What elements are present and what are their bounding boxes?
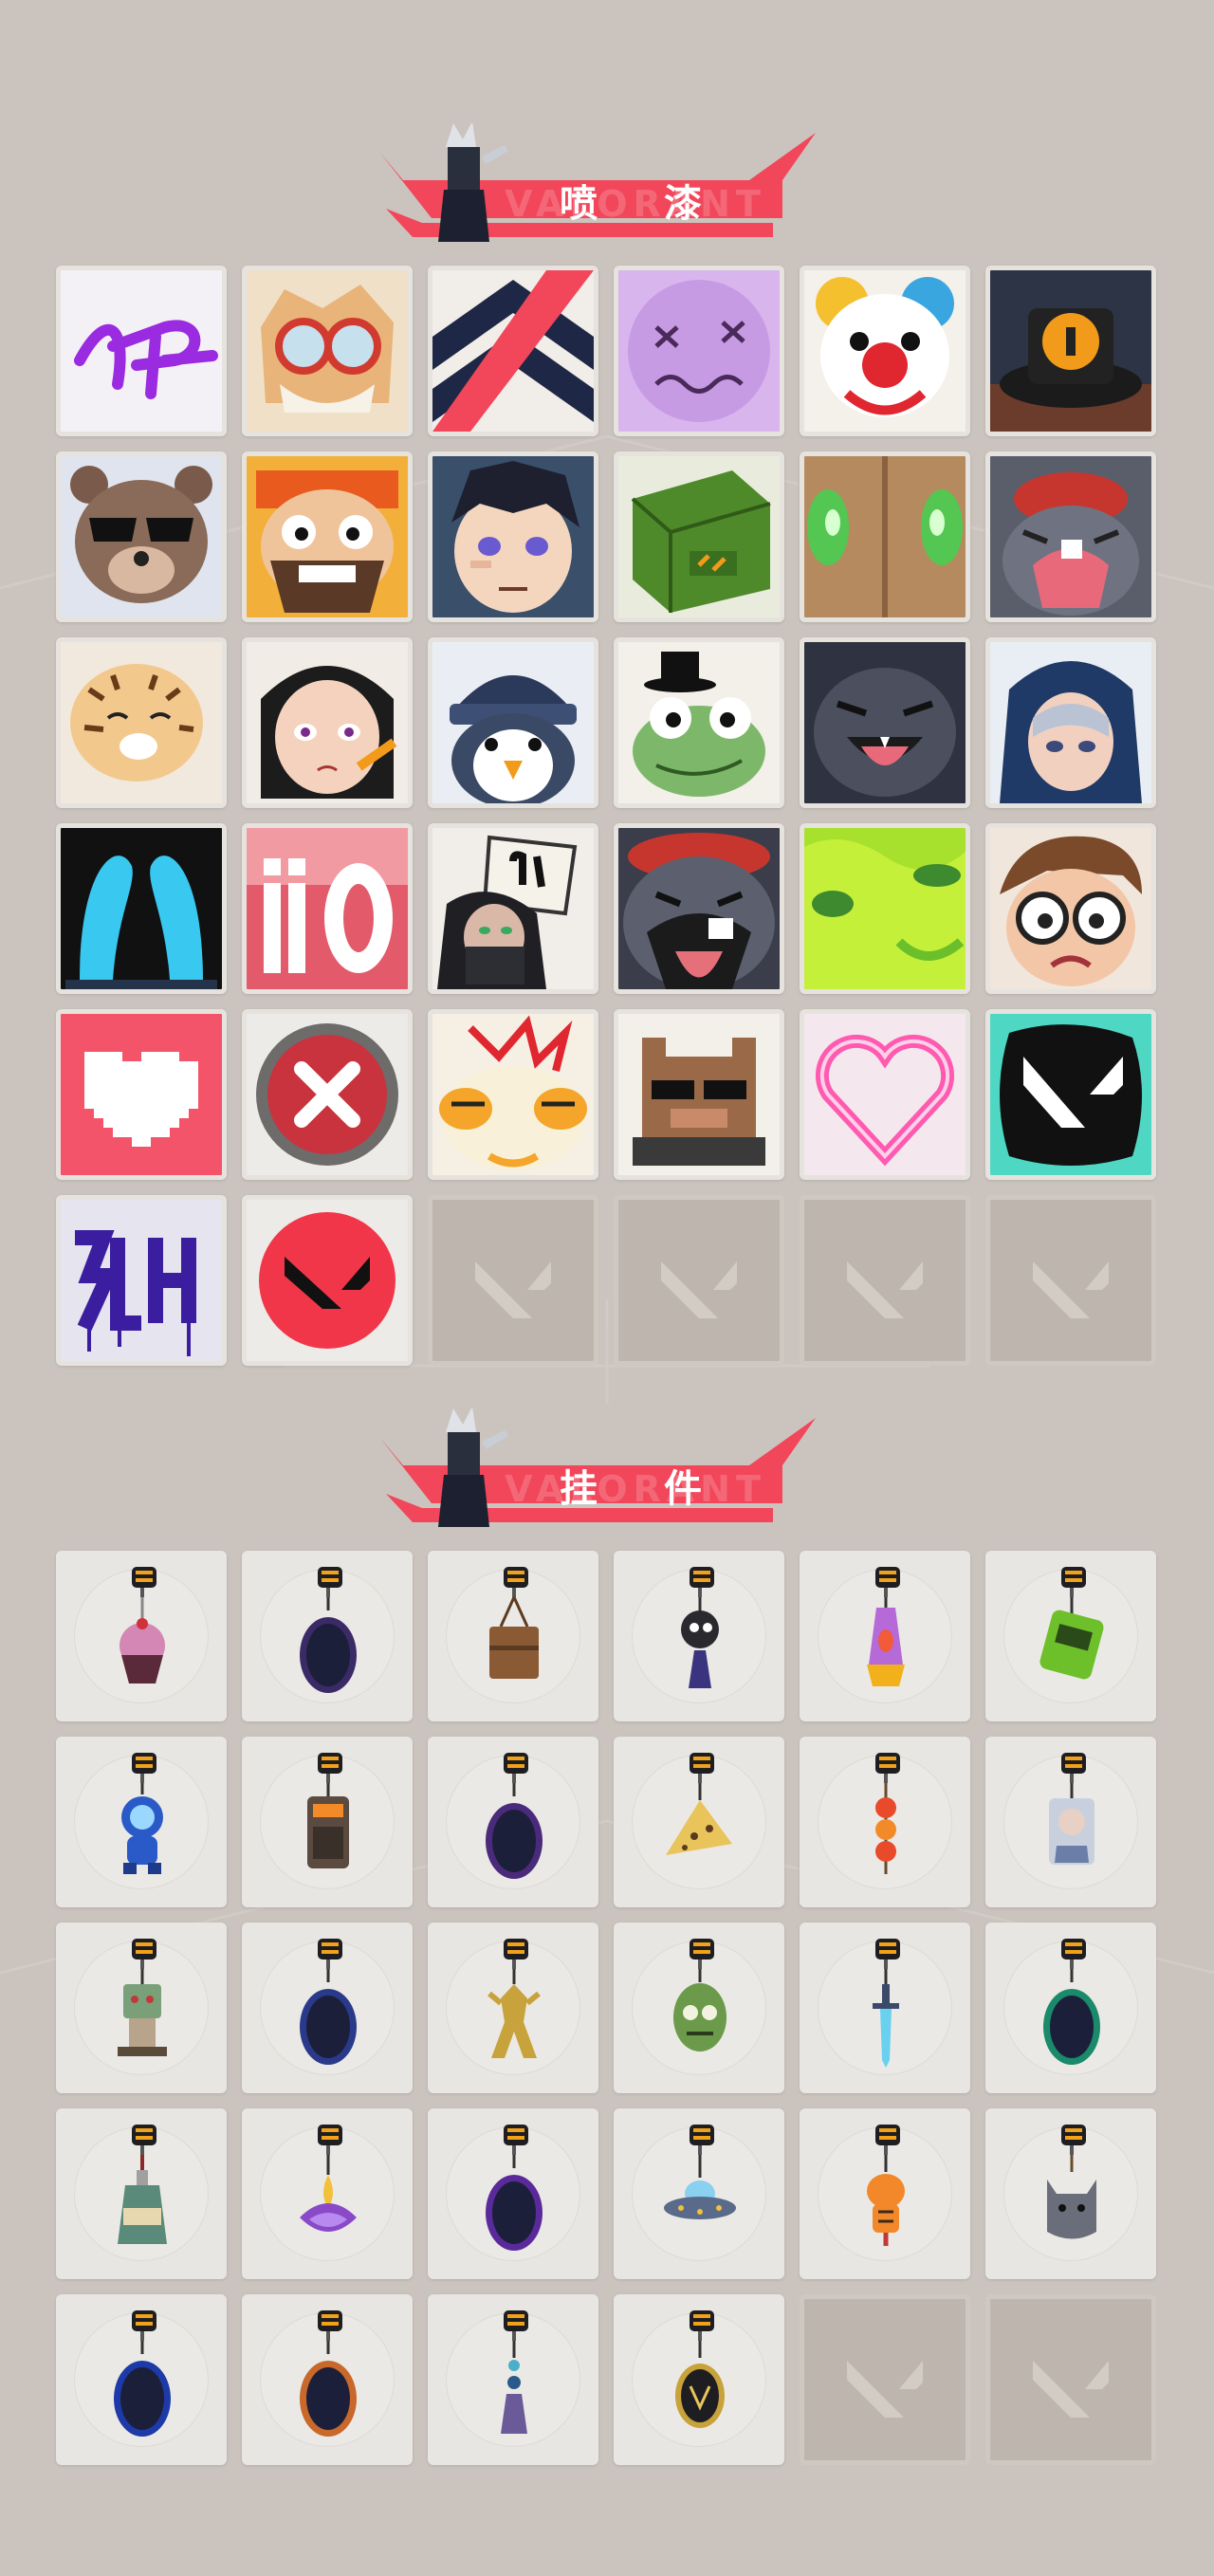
dark-hair-boy-spray[interactable] <box>428 451 598 622</box>
golden-mech-charm[interactable] <box>428 1923 598 2093</box>
dizzy-purple-face-spray[interactable] <box>614 266 784 436</box>
green-pager-charm[interactable] <box>985 1551 1156 1721</box>
ufo-charm[interactable] <box>614 2108 784 2279</box>
ep9-medal-purple-charm[interactable] <box>428 1737 598 1907</box>
bearded-grin-spray[interactable] <box>242 451 413 622</box>
sprays-section-title: 喷 漆 <box>560 182 728 226</box>
sprays-section-header: VALORANT 喷 漆 <box>0 123 1214 247</box>
grinning-grey-creature-spray[interactable] <box>800 637 970 808</box>
green-slime-spray[interactable] <box>800 823 970 994</box>
lava-lamp-charm[interactable] <box>800 1551 970 1721</box>
dark-coin-charm[interactable] <box>614 2294 784 2465</box>
splatter-v-logo-spray[interactable] <box>985 1009 1156 1180</box>
ep9-medal-blue-charm[interactable] <box>242 1923 413 2093</box>
pixel-heart-spray[interactable] <box>56 1009 227 1180</box>
masked-agent-01-spray[interactable] <box>428 823 598 994</box>
ep9-medal-charm[interactable] <box>242 1551 413 1721</box>
girl-with-pencil-spray[interactable] <box>242 637 413 808</box>
tanghulu-charm[interactable] <box>800 1737 970 1907</box>
frog-with-hat-spray[interactable] <box>614 637 784 808</box>
clown-face-spray[interactable] <box>800 266 970 436</box>
sunglasses-bear-spray[interactable] <box>56 451 227 622</box>
empty-slot <box>428 1195 598 1366</box>
potion-bottle-charm[interactable] <box>56 2108 227 2279</box>
hooded-agent-spray[interactable] <box>985 637 1156 808</box>
ep7-medal-charm[interactable] <box>242 2294 413 2465</box>
cyan-abstract-spray[interactable] <box>56 823 227 994</box>
green-head-charm[interactable] <box>614 1923 784 2093</box>
robot-plush-charm[interactable] <box>56 1923 227 2093</box>
ii0-text-spray[interactable] <box>242 823 413 994</box>
wooden-box-charm[interactable] <box>428 1551 598 1721</box>
ep8-medal-green-charm[interactable] <box>985 1923 1156 2093</box>
charms-grid <box>56 1551 1156 2465</box>
blue-astronaut-charm[interactable] <box>56 1737 227 1907</box>
orange-device-charm[interactable] <box>242 1737 413 1907</box>
tiger-cub-spray[interactable] <box>56 637 227 808</box>
beanie-penguin-spray[interactable] <box>428 637 598 808</box>
agent-standee-charm[interactable] <box>985 1737 1156 1907</box>
grey-cat-charm[interactable] <box>985 2108 1156 2279</box>
glasses-kid-spray[interactable] <box>985 823 1156 994</box>
empty-slot <box>985 1195 1156 1366</box>
green-crate-spray[interactable] <box>614 451 784 622</box>
orange-bird-spray[interactable] <box>428 1009 598 1180</box>
graffiti-tag-spray[interactable] <box>56 1195 227 1366</box>
red-x-button-spray[interactable] <box>242 1009 413 1180</box>
empty-slot <box>985 2294 1156 2465</box>
chevron-logo-spray[interactable] <box>428 266 598 436</box>
lotus-fire-charm[interactable] <box>242 2108 413 2279</box>
orange-hat-spray[interactable] <box>985 266 1156 436</box>
sprays-grid <box>56 266 1156 1366</box>
pixel-sunglasses-cat-spray[interactable] <box>614 1009 784 1180</box>
charms-section-header: VALORANT 挂 件 <box>0 1408 1214 1532</box>
blue-tassel-charm[interactable] <box>428 2294 598 2465</box>
ep8-medal-blue-charm[interactable] <box>56 2294 227 2465</box>
drooling-creature-spray[interactable] <box>614 823 784 994</box>
cheese-wedge-charm[interactable] <box>614 1737 784 1907</box>
green-eyes-closeup-spray[interactable] <box>800 451 970 622</box>
empty-slot <box>800 2294 970 2465</box>
empty-slot <box>800 1195 970 1366</box>
goggled-old-man-spray[interactable] <box>242 266 413 436</box>
crying-pink-creature-spray[interactable] <box>985 451 1156 622</box>
blue-sword-charm[interactable] <box>800 1923 970 2093</box>
ep8-medal-purple-charm[interactable] <box>428 2108 598 2279</box>
red-v-logo-spray[interactable] <box>242 1195 413 1366</box>
charms-section-title: 挂 件 <box>560 1467 728 1511</box>
purple-signature-spray[interactable] <box>56 266 227 436</box>
cupcake-charm[interactable] <box>56 1551 227 1721</box>
neon-heart-spray[interactable] <box>800 1009 970 1180</box>
empty-slot <box>614 1195 784 1366</box>
orange-tiger-charm[interactable] <box>800 2108 970 2279</box>
robot-tassel-charm[interactable] <box>614 1551 784 1721</box>
